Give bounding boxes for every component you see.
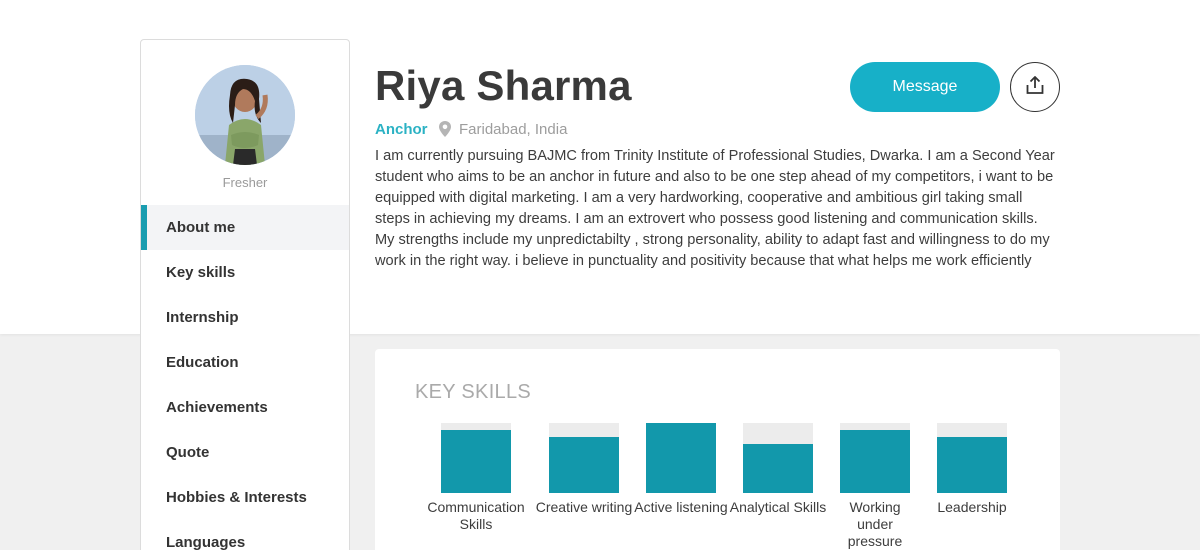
skill-bar bbox=[441, 423, 511, 493]
skill-bar-fill bbox=[840, 430, 910, 493]
sidebar-item-quote[interactable]: Quote bbox=[141, 430, 349, 475]
profile-location: Faridabad, India bbox=[459, 121, 568, 138]
sidebar-item-internship[interactable]: Internship bbox=[141, 295, 349, 340]
share-icon bbox=[1024, 74, 1046, 101]
sidebar-item-about-me[interactable]: About me bbox=[141, 205, 349, 250]
avatar bbox=[195, 65, 295, 165]
skill-label: Working under pressure bbox=[847, 499, 903, 549]
skill-bar bbox=[549, 423, 619, 493]
location-pin-icon bbox=[438, 120, 452, 138]
sidebar-item-key-skills[interactable]: Key skills bbox=[141, 250, 349, 295]
skill-bar-fill bbox=[646, 423, 716, 493]
skill-item: Creative writing bbox=[529, 423, 639, 516]
skill-label: Leadership bbox=[937, 499, 1007, 515]
profile-name: Riya Sharma bbox=[375, 62, 632, 109]
skill-bar bbox=[937, 423, 1007, 493]
profile-bio: I am currently pursuing BAJMC from Trini… bbox=[375, 148, 1055, 269]
status-label: Fresher bbox=[222, 175, 268, 190]
sidebar-item-languages[interactable]: Languages bbox=[141, 520, 349, 550]
skill-bar-fill bbox=[549, 437, 619, 493]
sidebar-item-education[interactable]: Education bbox=[141, 340, 349, 385]
message-button[interactable]: Message bbox=[850, 62, 1000, 112]
skill-bar bbox=[743, 423, 813, 493]
key-skills-title: KEY SKILLS bbox=[415, 381, 532, 403]
skill-item: Working under pressure bbox=[820, 423, 930, 550]
skill-label: Communication Skills bbox=[427, 499, 525, 532]
share-button[interactable] bbox=[1010, 62, 1060, 112]
skill-item: Analytical Skills bbox=[723, 423, 833, 516]
skill-label: Creative writing bbox=[535, 499, 633, 515]
sidebar-nav: About me Key skills Internship Education… bbox=[141, 205, 349, 550]
skill-item: Leadership bbox=[917, 423, 1027, 516]
skill-bar-fill bbox=[937, 437, 1007, 493]
skill-item: Communication Skills bbox=[421, 423, 531, 533]
sidebar-item-hobbies-interests[interactable]: Hobbies & Interests bbox=[141, 475, 349, 520]
skill-bar-fill bbox=[441, 430, 511, 493]
skill-bar-fill bbox=[743, 444, 813, 493]
skill-label: Analytical Skills bbox=[729, 499, 827, 515]
profile-role: Anchor bbox=[375, 121, 428, 138]
skill-item: Active listening bbox=[626, 423, 736, 516]
key-skills-card: KEY SKILLS Communication Skills Creative… bbox=[375, 349, 1060, 550]
skill-label: Active listening bbox=[634, 499, 728, 515]
skill-bar bbox=[840, 423, 910, 493]
profile-sidebar: Fresher About me Key skills Internship E… bbox=[140, 39, 350, 550]
sidebar-item-achievements[interactable]: Achievements bbox=[141, 385, 349, 430]
skill-bar bbox=[646, 423, 716, 493]
